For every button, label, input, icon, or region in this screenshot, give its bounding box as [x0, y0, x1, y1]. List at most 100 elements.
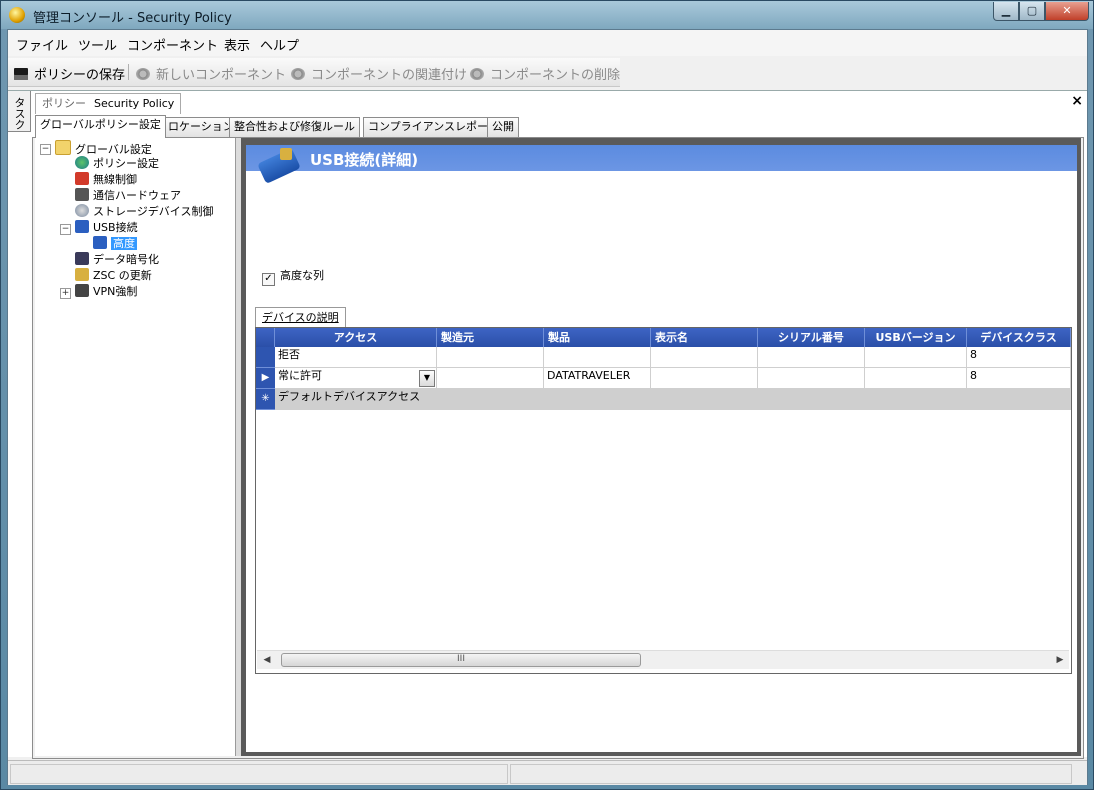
scroll-right-icon[interactable]: ▶: [1053, 653, 1067, 667]
minimize-button[interactable]: ▁: [993, 2, 1019, 21]
cell-product[interactable]: [544, 347, 651, 368]
cell-access-value: 常に許可: [278, 369, 322, 382]
title-bar[interactable]: 管理コンソール - Security Policy ▁ ▢ ✕: [1, 1, 1093, 29]
table-row[interactable]: 拒否 8: [256, 347, 1071, 368]
tree-node-encryption[interactable]: データ暗号化: [75, 252, 159, 268]
advanced-columns-checkbox[interactable]: ✓: [262, 273, 275, 286]
scroll-thumb[interactable]: III: [281, 653, 641, 667]
cell-usb-version[interactable]: [865, 368, 967, 389]
advanced-columns-toggle[interactable]: ✓ 高度な列: [262, 267, 324, 286]
tab-device-description[interactable]: デバイスの説明: [255, 307, 346, 328]
cell-product[interactable]: DATATRAVELER: [544, 368, 651, 389]
menu-file[interactable]: ファイル: [16, 35, 68, 54]
col-header-device-class[interactable]: デバイスクラス: [967, 328, 1071, 347]
close-button[interactable]: ✕: [1045, 2, 1089, 21]
cell-empty[interactable]: [544, 389, 651, 410]
row-header-current[interactable]: ▶: [256, 368, 275, 389]
grid-corner: [256, 328, 275, 347]
cell-empty[interactable]: [865, 389, 967, 410]
associate-component-label: コンポーネントの関連付け: [311, 68, 468, 83]
table-row-new[interactable]: ✳ デフォルトデバイスアクセス: [256, 389, 1071, 410]
tree-node-policy-settings[interactable]: ポリシー設定: [75, 156, 159, 172]
save-policy-label: ポリシーの保存: [34, 68, 126, 83]
col-header-manufacturer[interactable]: 製造元: [437, 328, 544, 347]
lock-icon: [280, 148, 292, 160]
menu-view[interactable]: 表示: [224, 35, 250, 54]
policy-name: Security Policy: [94, 97, 175, 110]
tree-expander-plus[interactable]: +: [60, 288, 71, 299]
tree-node-advanced[interactable]: 高度: [93, 236, 137, 252]
cell-serial[interactable]: [758, 347, 865, 368]
tab-integrity-rules[interactable]: 整合性および修復ルール: [229, 117, 360, 137]
menu-help[interactable]: ヘルプ: [260, 35, 299, 54]
tree-node-usb[interactable]: USB接続: [75, 220, 138, 236]
new-component-button[interactable]: 新しいコンポーネント: [136, 64, 286, 83]
tab-publish[interactable]: 公開: [487, 117, 519, 137]
cell-display-name[interactable]: [651, 347, 758, 368]
tree-expander-minus[interactable]: −: [40, 144, 51, 155]
tree-node-global[interactable]: グローバル設定: [55, 140, 152, 156]
cell-access-combo[interactable]: 常に許可 ▼: [275, 368, 437, 389]
panel-close-icon[interactable]: ×: [1071, 93, 1083, 109]
col-header-usb-version[interactable]: USBバージョン: [865, 328, 967, 347]
window-title: 管理コンソール - Security Policy: [33, 11, 232, 26]
cell-empty[interactable]: [967, 389, 1071, 410]
globe-icon: [75, 156, 89, 169]
tree-node-label: ポリシー設定: [93, 157, 159, 170]
tab-global-policy[interactable]: グローバルポリシー設定: [35, 115, 166, 138]
status-pane: [510, 764, 1072, 784]
tree-node-storage-control[interactable]: ストレージデバイス制御: [75, 204, 213, 220]
associate-component-button[interactable]: コンポーネントの関連付け: [291, 64, 467, 83]
new-component-label: 新しいコンポーネント: [156, 68, 287, 83]
cell-manufacturer[interactable]: [437, 368, 544, 389]
tree-node-label: ZSC の更新: [93, 269, 152, 282]
horizontal-scrollbar[interactable]: ◀ III ▶: [257, 650, 1069, 669]
col-header-display-name[interactable]: 表示名: [651, 328, 758, 347]
dropdown-arrow-icon[interactable]: ▼: [419, 370, 435, 387]
maximize-button[interactable]: ▢: [1019, 2, 1045, 21]
cell-empty[interactable]: [758, 389, 865, 410]
device-grid: アクセス 製造元 製品 表示名 シリアル番号 USBバージョン デバイスクラス: [255, 327, 1072, 674]
tab-compliance-report[interactable]: コンプライアンスレポート: [363, 117, 505, 137]
content-panel: USB接続(詳細) ✓ 高度な列 デバイスの説明 アクセス 製造元 製品 表示名…: [246, 145, 1077, 752]
menu-component[interactable]: コンポーネント: [127, 35, 218, 54]
menu-tools[interactable]: ツール: [78, 35, 117, 54]
cell-default-access[interactable]: デフォルトデバイスアクセス: [275, 389, 437, 410]
cell-manufacturer[interactable]: [437, 347, 544, 368]
tree-node-wireless[interactable]: 無線制御: [75, 172, 137, 188]
scroll-left-icon[interactable]: ◀: [260, 653, 274, 667]
tree-node-comm-hardware[interactable]: 通信ハードウェア: [75, 188, 181, 204]
row-header[interactable]: [256, 347, 275, 368]
tree-node-label: 通信ハードウェア: [93, 189, 181, 202]
app-window: 管理コンソール - Security Policy ▁ ▢ ✕ ファイル ツール…: [0, 0, 1094, 790]
tree-node-label: 高度: [111, 237, 137, 250]
client-area: ファイル ツール コンポーネント 表示 ヘルプ ポリシーの保存 新しいコンポーネ…: [7, 29, 1088, 785]
new-row-icon[interactable]: ✳: [256, 389, 275, 410]
content-header: USB接続(詳細): [246, 145, 1077, 184]
col-header-serial[interactable]: シリアル番号: [758, 328, 865, 347]
col-header-product[interactable]: 製品: [544, 328, 651, 347]
tree-node-zsc-update[interactable]: ZSC の更新: [75, 268, 152, 284]
hardware-icon: [75, 188, 89, 201]
tree-expander-minus[interactable]: −: [60, 224, 71, 235]
cell-display-name[interactable]: [651, 368, 758, 389]
tab-location[interactable]: ロケーション: [163, 117, 239, 137]
cell-access[interactable]: 拒否: [275, 347, 437, 368]
cell-device-class[interactable]: 8: [967, 368, 1071, 389]
task-side-tab[interactable]: タスク: [8, 91, 31, 132]
delete-component-label: コンポーネントの削除: [490, 68, 621, 83]
cell-device-class[interactable]: 8: [967, 347, 1071, 368]
col-header-access[interactable]: アクセス: [275, 328, 437, 347]
toolbar-separator: [128, 64, 129, 80]
save-policy-button[interactable]: ポリシーの保存: [14, 64, 125, 83]
cell-empty[interactable]: [651, 389, 758, 410]
tree-node-vpn[interactable]: VPN強制: [75, 284, 137, 300]
table-row[interactable]: ▶ 常に許可 ▼ DATATRAVELER 8: [256, 368, 1071, 389]
cell-serial[interactable]: [758, 368, 865, 389]
status-pane: [10, 764, 508, 784]
delete-component-button[interactable]: コンポーネントの削除: [470, 64, 620, 83]
cell-empty[interactable]: [437, 389, 544, 410]
policy-document-tab[interactable]: ポリシー Security Policy: [35, 93, 182, 114]
tab-body: − グローバル設定 ポリシー設定 無線制御 通信ハードウェア ストレージデバイス…: [32, 137, 1084, 759]
cell-usb-version[interactable]: [865, 347, 967, 368]
